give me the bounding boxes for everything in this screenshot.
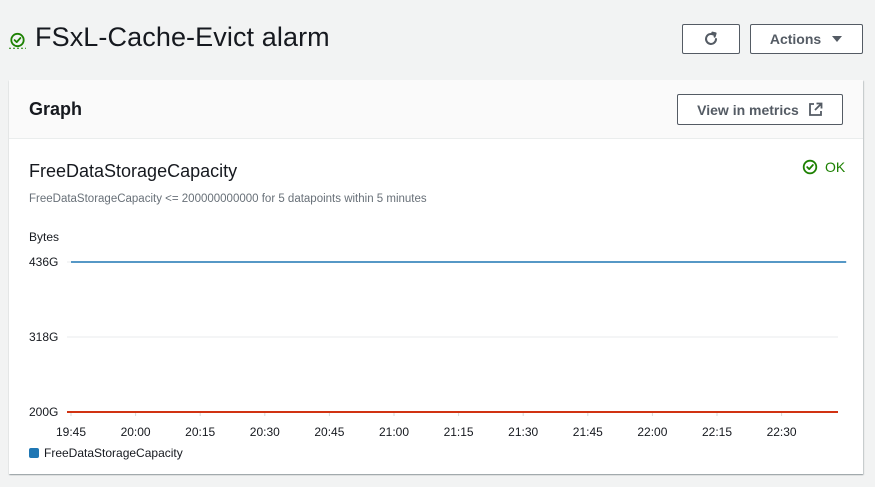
alarm-state-ok: OK [802,159,845,175]
x-tick-label: 21:45 [573,425,603,439]
x-tick-label: 21:00 [379,425,409,439]
chart-legend: FreeDataStorageCapacity [29,446,183,460]
x-tick-label: 20:00 [121,425,151,439]
x-tick-label: 21:15 [444,425,474,439]
view-in-metrics-button[interactable]: View in metrics [677,94,843,125]
y-tick-label: 200G [29,405,58,419]
graph-panel-header: Graph View in metrics [9,80,863,139]
x-tick-label: 20:45 [314,425,344,439]
x-tick-label: 21:30 [508,425,538,439]
metric-name: FreeDataStorageCapacity [29,161,238,181]
page-title: FSxL-Cache-Evict alarm [35,22,330,52]
actions-dropdown-button[interactable]: Actions [750,24,863,54]
legend-label: FreeDataStorageCapacity [44,446,183,460]
legend-swatch [29,448,39,458]
alarm-state-label: OK [825,159,846,175]
check-circle-icon [9,32,26,49]
graph-panel-title: Graph [29,99,83,119]
x-tick-label: 22:15 [702,425,732,439]
x-tick-label: 20:15 [185,425,215,439]
actions-label: Actions [769,31,822,47]
page-header: FSxL-Cache-Evict alarm Actions [0,0,875,80]
graph-panel: Graph View in metrics FreeDataStorageCap… [9,80,863,474]
check-circle-icon [802,159,818,175]
x-tick-label: 19:45 [56,425,86,439]
view-in-metrics-label: View in metrics [697,101,799,118]
refresh-button[interactable] [682,24,740,54]
y-tick-label: 318G [29,330,58,344]
x-tick-label: 22:30 [767,425,797,439]
external-link-icon [808,102,823,116]
y-axis-label: Bytes [29,230,59,244]
x-tick-label: 22:00 [637,425,667,439]
x-tick-label: 20:30 [250,425,280,439]
caret-down-icon [832,36,843,42]
metric-chart: Bytes 436G 318G 200G 19:45 20:00 20:15 20:30 2… [29,230,847,439]
y-tick-label: 436G [29,255,58,269]
alarm-condition: FreeDataStorageCapacity <= 200000000000 … [29,193,427,205]
refresh-icon [705,31,717,45]
